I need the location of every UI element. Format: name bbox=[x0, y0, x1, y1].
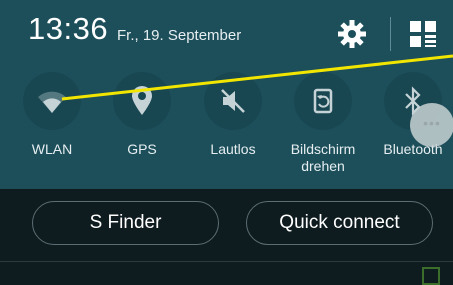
bottom-bar: S Finder Quick connect bbox=[0, 189, 453, 285]
divider bbox=[0, 261, 453, 262]
notification-panel: 13:36 Fr., 19. September WLAN GPS Lautlo… bbox=[0, 0, 453, 189]
annotation-line bbox=[61, 54, 453, 101]
notification-corner-icon bbox=[422, 267, 440, 285]
s-finder-button[interactable]: S Finder bbox=[32, 201, 219, 245]
quick-connect-button[interactable]: Quick connect bbox=[246, 201, 433, 245]
